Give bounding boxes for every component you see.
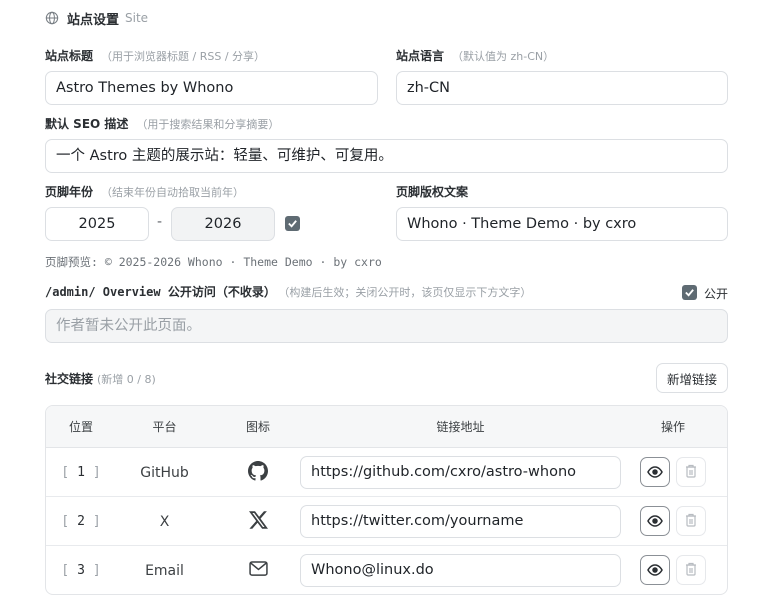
- admin-overview-label: /admin/ Overview 公开访问（不收录） （构建后生效；关闭公开时，该…: [45, 285, 532, 299]
- public-label: 公开: [704, 287, 729, 301]
- resize-grip-icon[interactable]: [717, 162, 725, 170]
- social-links-label: 社交链接 (新增 0 / 8): [45, 372, 156, 386]
- social-links-table: 位置 平台 图标 链接地址 操作 [1] GitHub https://gith…: [45, 405, 728, 595]
- position-cell[interactable]: [1]: [46, 448, 116, 497]
- table-row: [3] Email Whono@linux.do: [46, 546, 727, 594]
- table-row: [1] GitHub https://github.com/cxro/astro…: [46, 448, 727, 497]
- table-row: [2] X https://twitter.com/yourname: [46, 497, 727, 546]
- url-input[interactable]: Whono@linux.do: [300, 554, 621, 587]
- site-lang-label: 站点语言 （默认值为 zh-CN）: [396, 49, 555, 63]
- footer-preview: 页脚预览: © 2025-2026 Whono · Theme Demo · b…: [45, 255, 382, 269]
- footer-year-start-input[interactable]: 2025: [45, 207, 149, 241]
- private-message-input[interactable]: 作者暂未公开此页面。: [45, 309, 728, 343]
- footer-copy-label: 页脚版权文案: [396, 185, 469, 199]
- footer-year-label: 页脚年份 （结束年份自动拾取当前年）: [45, 185, 245, 199]
- seo-label: 默认 SEO 描述 （用于搜索结果和分享摘要）: [45, 117, 280, 131]
- eye-icon: [647, 463, 663, 482]
- visibility-button[interactable]: [640, 506, 670, 536]
- platform-cell: GitHub: [140, 464, 189, 481]
- site-title-input[interactable]: Astro Themes by Whono: [45, 71, 378, 105]
- column-platform: 平台: [152, 420, 177, 434]
- platform-cell: Email: [145, 562, 184, 579]
- trash-icon: [685, 512, 697, 531]
- delete-button[interactable]: [676, 506, 706, 536]
- site-title-label: 站点标题 （用于浏览器标题 / RSS / 分享）: [45, 49, 266, 63]
- add-link-button[interactable]: 新增链接: [656, 363, 728, 393]
- table-header: 位置 平台 图标 链接地址 操作: [46, 406, 727, 448]
- site-lang-input[interactable]: zh-CN: [396, 71, 728, 105]
- url-input[interactable]: https://twitter.com/yourname: [300, 505, 621, 538]
- auto-year-checkbox[interactable]: [285, 216, 300, 231]
- seo-text: 一个 Astro 主题的展示站：轻量、可维护、可复用。: [56, 148, 393, 164]
- section-subtitle: Site: [125, 11, 149, 25]
- eye-icon: [647, 512, 663, 531]
- trash-icon: [685, 561, 697, 580]
- visibility-button[interactable]: [640, 457, 670, 487]
- section-header-site: 站点设置 Site: [45, 9, 149, 28]
- column-url: 链接地址: [436, 420, 485, 434]
- url-input[interactable]: https://github.com/cxro/astro-whono: [300, 456, 621, 489]
- footer-year-end-input[interactable]: 2026: [171, 207, 275, 241]
- footer-copy-input[interactable]: Whono · Theme Demo · by cxro: [396, 207, 728, 241]
- delete-button[interactable]: [676, 457, 706, 487]
- delete-button[interactable]: [676, 555, 706, 585]
- visibility-button[interactable]: [640, 555, 670, 585]
- column-icon: 图标: [245, 420, 270, 434]
- platform-cell: X: [159, 513, 170, 530]
- public-checkbox[interactable]: [682, 285, 697, 300]
- position-cell[interactable]: [2]: [46, 497, 116, 546]
- eye-icon: [647, 561, 663, 580]
- position-cell[interactable]: [3]: [46, 546, 116, 594]
- github-icon: [248, 460, 268, 485]
- trash-icon: [685, 463, 697, 482]
- x-icon: [248, 510, 268, 533]
- seo-textarea[interactable]: 一个 Astro 主题的展示站：轻量、可维护、可复用。: [45, 139, 728, 173]
- section-title: 站点设置: [67, 12, 120, 28]
- globe-icon: [45, 11, 59, 25]
- year-separator: -: [157, 214, 163, 230]
- column-actions: 操作: [660, 420, 685, 434]
- mail-icon: [248, 561, 268, 580]
- column-position: 位置: [68, 420, 93, 434]
